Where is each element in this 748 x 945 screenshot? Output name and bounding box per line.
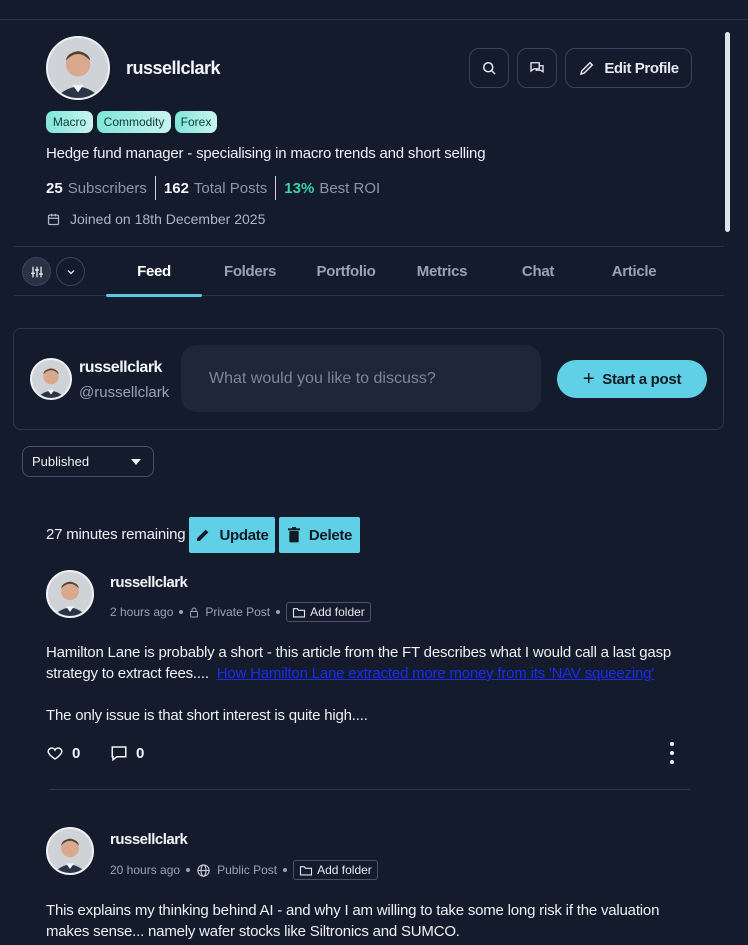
filter-sliders-button[interactable] xyxy=(22,257,51,286)
comment-button[interactable]: 0 xyxy=(110,744,144,762)
chevron-down-icon xyxy=(67,269,74,274)
separator-dot xyxy=(186,868,191,872)
profile-bio: Hedge fund manager - specialising in mac… xyxy=(46,145,486,162)
composer-placeholder: What would you like to discuss? xyxy=(209,369,436,387)
stat-roi: 13% Best ROI xyxy=(284,176,388,200)
add-folder-button[interactable]: Add folder xyxy=(293,860,378,880)
remaining-time: 27 minutes remaining xyxy=(46,526,186,543)
kebab-icon xyxy=(670,760,674,764)
post-text-line-3: The only issue is that short interest is… xyxy=(46,707,368,724)
profile-stats: 25 Subscribers 162 Total Posts 13% Best … xyxy=(46,176,396,200)
scrollbar[interactable] xyxy=(725,32,730,232)
calendar-icon xyxy=(47,213,60,225)
post-visibility: Private Post xyxy=(205,605,271,619)
sliders-icon xyxy=(30,266,43,277)
post-username[interactable]: russellclark xyxy=(110,831,188,848)
separator-dot xyxy=(283,868,288,872)
tab-metrics[interactable]: Metrics xyxy=(394,247,490,296)
start-post-label: Start a post xyxy=(602,370,682,388)
post-username[interactable]: russellclark xyxy=(110,574,188,591)
pencil-icon xyxy=(580,61,594,76)
status-filter-select[interactable]: Published xyxy=(22,446,154,477)
profile-avatar xyxy=(46,36,110,100)
profile-username: russellclark xyxy=(126,58,221,78)
folder-icon xyxy=(300,865,313,875)
tab-portfolio[interactable]: Portfolio xyxy=(298,247,394,296)
lock-icon xyxy=(190,607,199,617)
folder-icon xyxy=(293,607,306,617)
stat-subscribers[interactable]: 25 Subscribers xyxy=(46,176,156,200)
tag-forex[interactable]: Forex xyxy=(175,111,217,133)
post-avatar[interactable] xyxy=(46,570,94,618)
message-button[interactable] xyxy=(517,48,557,88)
post-meta: 20 hours ago Public Post Add folder xyxy=(110,860,378,880)
delete-label: Delete xyxy=(308,526,353,544)
comment-count: 0 xyxy=(136,744,145,762)
comment-icon xyxy=(111,746,127,762)
composer-username: russellclark xyxy=(79,359,162,376)
composer-avatar xyxy=(30,358,72,400)
tag-macro[interactable]: Macro xyxy=(46,111,93,133)
profile-tabs: Feed Folders Portfolio Metrics Chat Arti… xyxy=(14,246,724,297)
separator-dot xyxy=(179,610,184,614)
more-options-button[interactable] xyxy=(664,742,680,764)
trash-icon xyxy=(287,527,300,543)
expand-button[interactable] xyxy=(56,257,85,286)
tag-commodity[interactable]: Commodity xyxy=(97,111,171,133)
subscribers-count: 25 xyxy=(46,179,63,197)
post-text-line: Hamilton Lane is probably a short - this… xyxy=(46,644,672,661)
post-text-fragment: strategy to extract fees.... xyxy=(46,665,209,682)
like-button[interactable]: 0 xyxy=(46,744,80,762)
tab-feed[interactable]: Feed xyxy=(106,247,202,297)
kebab-icon xyxy=(670,742,674,746)
top-bar xyxy=(0,0,748,20)
tab-article[interactable]: Article xyxy=(586,247,682,296)
pencil-icon xyxy=(197,529,209,541)
add-folder-button[interactable]: Add folder xyxy=(286,602,371,622)
subscribers-label: Subscribers xyxy=(67,179,147,197)
post-text-line-2: strategy to extract fees.... How Hamilto… xyxy=(46,663,726,684)
caret-down-icon xyxy=(131,458,141,465)
update-label: Update xyxy=(219,526,269,544)
kebab-icon xyxy=(670,751,674,755)
post-avatar[interactable] xyxy=(46,827,94,875)
post-body: Hamilton Lane is probably a short - this… xyxy=(46,642,726,684)
add-folder-label: Add folder xyxy=(317,863,372,877)
joined-date: Joined on 18th December 2025 xyxy=(46,211,265,227)
post-time: 2 hours ago xyxy=(110,605,174,619)
post-time: 20 hours ago xyxy=(110,863,181,877)
posts-label: Total Posts xyxy=(193,179,268,197)
tab-folders[interactable]: Folders xyxy=(202,247,298,296)
posts-count: 162 xyxy=(163,179,189,197)
plus-icon: + xyxy=(582,368,595,390)
post-text-line: This explains my thinking behind AI - an… xyxy=(46,902,660,919)
composer-handle: @russellclark xyxy=(79,384,170,401)
post-body: This explains my thinking behind AI - an… xyxy=(46,900,726,942)
article-link[interactable]: How Hamilton Lane extracted more money f… xyxy=(217,665,654,682)
globe-icon xyxy=(197,863,210,877)
roi-value: 13% xyxy=(284,179,315,197)
start-post-button[interactable]: + Start a post xyxy=(557,360,707,398)
chat-bubbles-icon xyxy=(530,62,544,74)
edit-profile-button[interactable]: Edit Profile xyxy=(565,48,692,88)
post-text-line-2: makes sense... namely wafer stocks like … xyxy=(46,923,460,940)
add-folder-label: Add folder xyxy=(310,605,365,619)
post-visibility: Public Post xyxy=(217,863,278,877)
filter-selected-value: Published xyxy=(32,454,90,469)
stat-posts[interactable]: 162 Total Posts xyxy=(163,176,277,200)
like-count: 0 xyxy=(72,744,81,762)
search-icon xyxy=(483,62,496,75)
post-meta: 2 hours ago Private Post Add folder xyxy=(110,602,371,622)
composer-input[interactable]: What would you like to discuss? xyxy=(181,345,541,412)
roi-label: Best ROI xyxy=(319,179,381,197)
joined-label: Joined on 18th December 2025 xyxy=(70,211,266,227)
update-button[interactable]: Update xyxy=(189,517,275,553)
post-divider xyxy=(50,789,690,790)
delete-button[interactable]: Delete xyxy=(279,517,360,553)
search-button[interactable] xyxy=(469,48,509,88)
heart-icon xyxy=(47,747,63,760)
separator-dot xyxy=(276,610,281,614)
edit-profile-label: Edit Profile xyxy=(604,59,679,77)
tab-chat[interactable]: Chat xyxy=(490,247,586,296)
